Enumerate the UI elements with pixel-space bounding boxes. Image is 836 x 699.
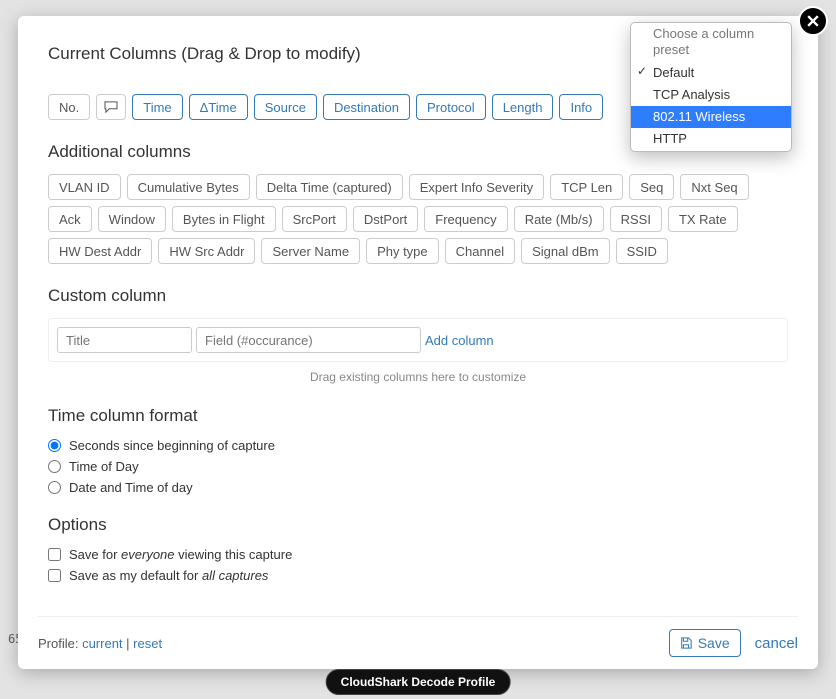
option-everyone[interactable]: Save for everyone viewing this capture [48,547,788,562]
additional-column-chip[interactable]: TX Rate [668,206,738,232]
additional-column-chip[interactable]: TCP Len [550,174,623,200]
custom-column-row: Add column [48,318,788,362]
comment-icon [104,101,118,113]
column-chip[interactable]: Info [559,94,603,120]
options-title: Options [48,515,788,535]
additional-column-chip[interactable]: RSSI [610,206,662,232]
preset-item-label: Default [653,65,694,80]
additional-column-chip[interactable]: HW Src Addr [158,238,255,264]
preset-item[interactable]: ✓ Default [631,62,791,84]
radio-label: Seconds since beginning of capture [69,438,275,453]
radio-input[interactable] [48,460,61,473]
save-label: Save [698,635,730,651]
separator: | [123,636,134,651]
time-format-option[interactable]: Seconds since beginning of capture [48,438,788,453]
decode-profile-badge[interactable]: CloudShark Decode Profile [326,669,511,695]
profile-label: Profile: [38,636,82,651]
cancel-button[interactable]: cancel [755,635,798,652]
additional-column-chip[interactable]: Server Name [261,238,360,264]
radio-label: Time of Day [69,459,139,474]
custom-field-input[interactable] [196,327,421,353]
add-column-link[interactable]: Add column [425,333,494,348]
custom-column-title: Custom column [48,286,788,306]
modal-footer: Profile: current | reset Save cancel [38,616,798,657]
preset-item[interactable]: TCP Analysis [631,84,791,106]
additional-column-chip[interactable]: Expert Info Severity [409,174,544,200]
additional-column-chip[interactable]: Ack [48,206,92,232]
radio-input[interactable] [48,481,61,494]
checkbox-input[interactable] [48,569,61,582]
additional-column-chip[interactable]: Rate (Mb/s) [514,206,604,232]
current-columns-title: Current Columns (Drag & Drop to modify) [48,44,361,64]
check-icon: ✓ [637,64,647,79]
additional-column-chip[interactable]: HW Dest Addr [48,238,152,264]
column-chip-no[interactable]: No. [48,94,90,120]
time-format-title: Time column format [48,406,788,426]
preset-dropdown[interactable]: Choose a column preset ✓ Default TCP Analy… [630,22,792,152]
checkbox-label: Save for everyone viewing this capture [69,547,292,562]
close-button[interactable] [798,6,828,36]
column-chip[interactable]: Time [132,94,182,120]
additional-column-chip[interactable]: Phy type [366,238,439,264]
additional-column-chip[interactable]: SrcPort [282,206,347,232]
time-format-group: Seconds since beginning of capture Time … [48,438,788,495]
save-icon [680,637,692,649]
custom-title-input[interactable] [57,327,192,353]
custom-hint: Drag existing columns here to customize [48,370,788,384]
preset-item[interactable]: HTTP [631,128,791,150]
save-button[interactable]: Save [669,629,741,657]
additional-column-chip[interactable]: Signal dBm [521,238,609,264]
profile-reset-link[interactable]: reset [133,636,162,651]
additional-column-chip[interactable]: SSID [616,238,668,264]
additional-column-chip[interactable]: DstPort [353,206,418,232]
additional-column-chip[interactable]: Cumulative Bytes [127,174,250,200]
preset-header: Choose a column preset [631,23,791,62]
additional-column-chip[interactable]: Bytes in Flight [172,206,276,232]
time-format-option[interactable]: Time of Day [48,459,788,474]
option-default-all[interactable]: Save as my default for all captures [48,568,788,583]
profile-current-link[interactable]: current [82,636,122,651]
additional-column-chip[interactable]: VLAN ID [48,174,121,200]
radio-label: Date and Time of day [69,480,193,495]
preset-item-label: 802.11 Wireless [653,109,745,124]
column-chip[interactable]: Length [492,94,554,120]
additional-column-chip[interactable]: Seq [629,174,674,200]
additional-column-chip[interactable]: Delta Time (captured) [256,174,403,200]
column-chip[interactable]: Protocol [416,94,486,120]
radio-input[interactable] [48,439,61,452]
additional-column-chip[interactable]: Nxt Seq [680,174,748,200]
column-chip[interactable]: Source [254,94,317,120]
checkbox-input[interactable] [48,548,61,561]
profile-links: Profile: current | reset [38,636,162,651]
options-group: Save for everyone viewing this capture S… [48,547,788,583]
checkbox-label: Save as my default for all captures [69,568,268,583]
additional-column-chip[interactable]: Channel [445,238,515,264]
preset-item-label: TCP Analysis [653,87,730,102]
close-icon [807,15,819,27]
comment-icon-chip[interactable] [96,94,126,120]
time-format-option[interactable]: Date and Time of day [48,480,788,495]
column-chip[interactable]: ΔTime [189,94,248,120]
preset-item[interactable]: 802.11 Wireless [631,106,791,128]
preset-item-label: HTTP [653,131,687,146]
additional-column-chip[interactable]: Window [98,206,166,232]
column-chip[interactable]: Destination [323,94,410,120]
additional-column-chip[interactable]: Frequency [424,206,507,232]
additional-columns-row: VLAN IDCumulative BytesDelta Time (captu… [48,174,788,264]
